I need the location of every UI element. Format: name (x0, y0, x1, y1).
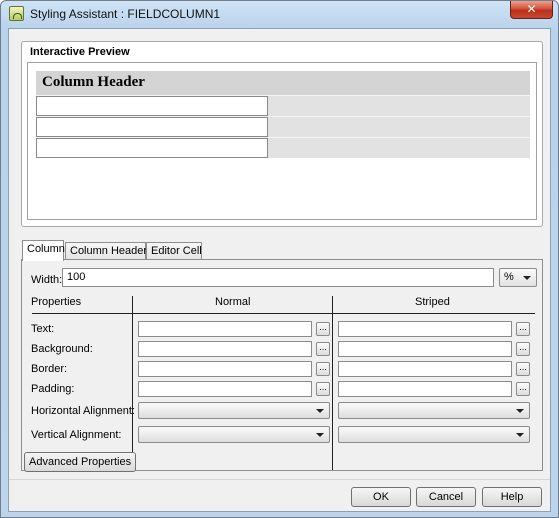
background-normal-browse-button[interactable]: ... (316, 342, 330, 356)
dialog-body: Interactive Preview Column Header Column… (8, 28, 551, 512)
preview-row (36, 95, 530, 116)
title-bar[interactable]: Styling Assistant : FIELDCOLUMN1 ✕ (1, 1, 558, 27)
close-icon: ✕ (526, 2, 537, 16)
background-normal-field[interactable] (138, 341, 312, 357)
horizontal-alignment-label: Horizontal Alignment: (31, 405, 135, 417)
vertical-alignment-label: Vertical Alignment: (31, 429, 122, 441)
column-tab-panel: Width: 100 % Properties Normal Striped T… (21, 259, 543, 471)
preview-column-header[interactable]: Column Header (36, 71, 530, 95)
background-striped-field[interactable] (338, 341, 512, 357)
advanced-properties-button[interactable]: Advanced Properties (24, 452, 137, 472)
help-button[interactable]: Help (482, 487, 542, 507)
chevron-down-icon (523, 276, 531, 280)
width-label: Width: (31, 274, 63, 286)
background-label: Background: (31, 343, 93, 355)
chevron-down-icon (516, 433, 524, 437)
preview-legend: Interactive Preview (28, 46, 132, 58)
button-separator (9, 479, 550, 480)
preview-cell[interactable] (36, 117, 268, 137)
properties-header: Properties (31, 296, 82, 308)
close-button[interactable]: ✕ (510, 1, 553, 19)
ok-button[interactable]: OK (351, 487, 411, 507)
tab-editor-cell[interactable]: Editor Cell (146, 242, 202, 260)
cancel-button[interactable]: Cancel (416, 487, 476, 507)
width-unit-value: % (504, 271, 514, 283)
padding-striped-field[interactable] (338, 381, 512, 397)
border-normal-field[interactable] (138, 361, 312, 377)
chevron-down-icon (516, 409, 524, 413)
padding-normal-field[interactable] (138, 381, 312, 397)
text-normal-browse-button[interactable]: ... (316, 322, 330, 336)
styling-assistant-window: Styling Assistant : FIELDCOLUMN1 ✕ Inter… (0, 0, 559, 518)
column-divider (332, 296, 333, 470)
border-striped-field[interactable] (338, 361, 512, 377)
window-title: Styling Assistant : FIELDCOLUMN1 (30, 7, 221, 21)
column-divider (132, 296, 133, 470)
chevron-down-icon (316, 409, 324, 413)
text-striped-browse-button[interactable]: ... (516, 322, 530, 336)
striped-header: Striped (415, 296, 450, 308)
background-striped-browse-button[interactable]: ... (516, 342, 530, 356)
padding-label: Padding: (31, 383, 75, 395)
padding-normal-browse-button[interactable]: ... (316, 382, 330, 396)
header-divider (32, 313, 535, 314)
chevron-down-icon (316, 433, 324, 437)
border-striped-browse-button[interactable]: ... (516, 362, 530, 376)
horizontal-alignment-striped-select[interactable] (338, 402, 530, 419)
padding-striped-browse-button[interactable]: ... (516, 382, 530, 396)
tab-column-header[interactable]: Column Header (65, 242, 147, 260)
text-label: Text: (31, 323, 55, 335)
border-label: Border: (31, 363, 68, 375)
width-input[interactable]: 100 (62, 268, 494, 287)
text-striped-field[interactable] (338, 321, 512, 337)
horizontal-alignment-normal-select[interactable] (138, 402, 330, 419)
border-normal-browse-button[interactable]: ... (316, 362, 330, 376)
preview-cell[interactable] (36, 138, 268, 158)
width-unit-select[interactable]: % (499, 268, 537, 287)
app-icon (9, 6, 24, 21)
vertical-alignment-normal-select[interactable] (138, 426, 330, 443)
normal-header: Normal (215, 296, 251, 308)
preview-row (36, 137, 530, 158)
text-normal-field[interactable] (138, 321, 312, 337)
preview-row (36, 116, 530, 137)
vertical-alignment-striped-select[interactable] (338, 426, 530, 443)
tab-column[interactable]: Column (22, 240, 65, 261)
preview-cell[interactable] (36, 96, 268, 116)
